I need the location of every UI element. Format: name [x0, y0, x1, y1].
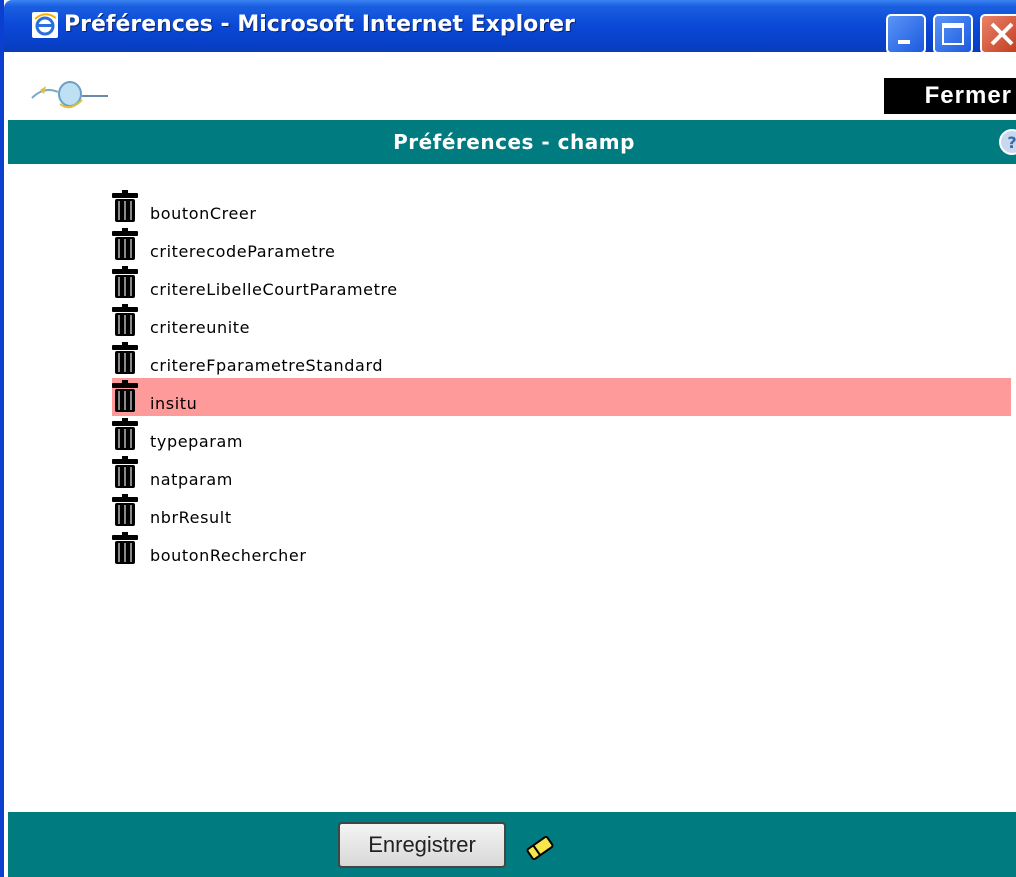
close-window-button[interactable]: [980, 14, 1016, 54]
help-icon[interactable]: ?: [998, 128, 1016, 156]
trash-icon[interactable]: [112, 342, 138, 374]
list-item: nbrResult: [112, 492, 1012, 530]
field-label: critereLibelleCourtParametre: [150, 280, 398, 299]
logo-icon: [31, 81, 108, 109]
trash-icon[interactable]: [112, 190, 138, 222]
field-label: typeparam: [150, 432, 244, 451]
list-item: natparam: [112, 454, 1012, 492]
list-item: criterecodeParametre: [112, 226, 1012, 264]
field-label: critereFparametreStandard: [150, 356, 384, 375]
minimize-icon: [898, 40, 910, 44]
field-label: criterecodeParametre: [150, 242, 336, 261]
header-bar: Préférences - champ ?: [8, 120, 1016, 164]
field-label: nbrResult: [150, 508, 232, 527]
field-label: critereunite: [150, 318, 251, 337]
browser-window: Préférences - Microsoft Internet Explore…: [0, 0, 1016, 877]
trash-icon[interactable]: [112, 266, 138, 298]
close-icon: [990, 22, 1014, 46]
footer-bar: Enregistrer: [8, 812, 1016, 877]
maximize-icon: [942, 23, 964, 45]
trash-icon[interactable]: [112, 532, 138, 564]
trash-icon[interactable]: [112, 418, 138, 450]
field-list: boutonCreer criterecodeParametre critere…: [112, 188, 1012, 568]
ie-icon: [32, 12, 58, 38]
trash-icon[interactable]: [112, 380, 138, 412]
trash-icon[interactable]: [112, 494, 138, 526]
list-item: boutonCreer: [112, 188, 1012, 226]
trash-icon[interactable]: [112, 456, 138, 488]
top-bar: Fermer: [8, 72, 1016, 116]
field-label: boutonCreer: [150, 204, 257, 223]
trash-icon[interactable]: [112, 228, 138, 260]
field-label: boutonRechercher: [150, 546, 307, 565]
svg-text:?: ?: [1007, 133, 1016, 152]
window-title: Préférences - Microsoft Internet Explore…: [64, 12, 575, 37]
list-item: boutonRechercher: [112, 530, 1012, 568]
list-item: critereLibelleCourtParametre: [112, 264, 1012, 302]
title-bar[interactable]: Préférences - Microsoft Internet Explore…: [4, 0, 1016, 54]
field-label: insitu: [150, 394, 198, 413]
save-button[interactable]: Enregistrer: [338, 822, 506, 868]
list-item: critereunite: [112, 302, 1012, 340]
minimize-button[interactable]: [886, 14, 926, 54]
eraser-icon[interactable]: [522, 836, 558, 860]
list-item: critereFparametreStandard: [112, 340, 1012, 378]
close-link[interactable]: Fermer: [884, 78, 1016, 114]
page-title: Préférences - champ: [393, 130, 635, 154]
field-label: natparam: [150, 470, 233, 489]
trash-icon[interactable]: [112, 304, 138, 336]
list-item: typeparam: [112, 416, 1012, 454]
maximize-button[interactable]: [933, 14, 973, 54]
list-item-selected: insitu: [112, 378, 1011, 416]
